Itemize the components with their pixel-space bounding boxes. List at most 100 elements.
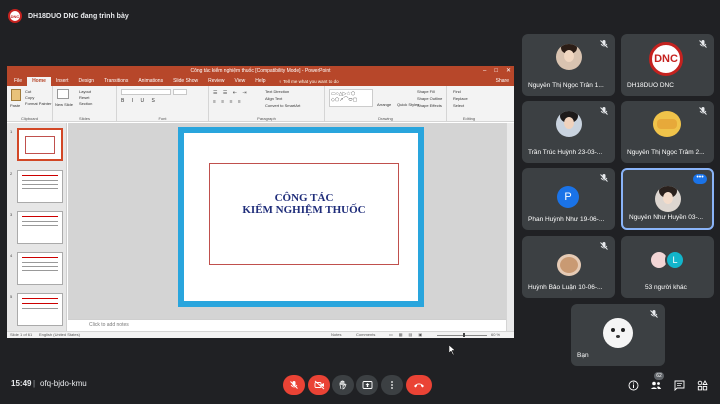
replace-button[interactable]: Replace bbox=[453, 96, 468, 101]
tell-me-search[interactable]: ♀ Tell me what you want to do bbox=[279, 77, 339, 86]
participant-tile[interactable]: Nguyễn Thị Ngọc Trân 1... bbox=[522, 34, 615, 96]
tab-slide-show[interactable]: Slide Show bbox=[168, 77, 203, 86]
paste-icon bbox=[11, 89, 21, 101]
smartart-button[interactable]: Convert to SmartArt bbox=[265, 103, 300, 108]
notes-button[interactable]: Notes bbox=[331, 332, 341, 338]
drawing-label: Drawing bbox=[378, 116, 393, 121]
list-icons[interactable]: ☰ ☰ ⇤ ⇥ bbox=[213, 90, 249, 96]
current-slide[interactable]: CÔNG TÁC KIỂM NGHIỆM THUỐC bbox=[178, 127, 424, 307]
tab-help[interactable]: Help bbox=[250, 77, 270, 86]
shape-fill-button[interactable]: Shape Fill bbox=[417, 89, 435, 94]
present-screen-button[interactable] bbox=[356, 375, 378, 395]
slide-thumbnail-3[interactable] bbox=[17, 211, 63, 244]
others-count: 53 người khác bbox=[645, 284, 687, 291]
minimize-icon[interactable]: – bbox=[483, 67, 486, 75]
language-status: English (United States) bbox=[39, 332, 80, 337]
participant-name: Huỳnh Bảo Luận 10-06-... bbox=[528, 284, 603, 291]
text-direction-button[interactable]: Text Direction bbox=[265, 89, 289, 94]
zoom-slider-thumb[interactable] bbox=[463, 333, 465, 337]
more-options-icon[interactable]: ••• bbox=[693, 174, 707, 184]
font-name-box[interactable] bbox=[121, 89, 171, 95]
reset-button[interactable]: Reset bbox=[79, 95, 89, 100]
tab-insert[interactable]: Insert bbox=[51, 77, 74, 86]
new-slide-button[interactable]: New Slide bbox=[55, 102, 73, 107]
tab-animations[interactable]: Animations bbox=[133, 77, 168, 86]
cut-button[interactable]: Cut bbox=[25, 89, 31, 94]
close-icon[interactable]: ✕ bbox=[506, 67, 511, 75]
layout-button[interactable]: Layout bbox=[79, 89, 91, 94]
participant-tile[interactable]: Trần Trúc Huỳnh 23-03-... bbox=[522, 101, 615, 163]
tab-home[interactable]: Home bbox=[27, 77, 51, 86]
mic-off-icon bbox=[650, 310, 658, 318]
format-painter-button[interactable]: Format Painter bbox=[25, 101, 51, 106]
presenter-label: DH18DUO DNC đang trình bày bbox=[28, 12, 129, 20]
microphone-toggle[interactable] bbox=[283, 375, 305, 395]
font-format-icons[interactable]: B I U S bbox=[121, 98, 158, 104]
paragraph-label: Paragraph bbox=[257, 116, 276, 121]
participant-tile[interactable]: P Phan Huỳnh Như 19-06-... bbox=[522, 168, 615, 230]
participant-photo bbox=[655, 186, 681, 212]
participant-tile[interactable]: Huỳnh Bảo Luận 10-06-... bbox=[522, 236, 615, 298]
shape-outline-button[interactable]: Shape Outline bbox=[417, 96, 442, 101]
participant-tile[interactable]: Nguyễn Thị Ngọc Trâm 2... bbox=[621, 101, 714, 163]
comments-button[interactable]: Comments bbox=[356, 332, 375, 338]
share-button[interactable]: Share bbox=[491, 77, 514, 86]
slide-title-box[interactable]: CÔNG TÁC KIỂM NGHIỆM THUỐC bbox=[209, 163, 399, 265]
thumb-number: 4 bbox=[10, 253, 13, 258]
editing-group: Find Replace Select Editing bbox=[447, 86, 491, 122]
shape-effects-button[interactable]: Shape Effects bbox=[417, 103, 442, 108]
participant-tile-active[interactable]: ••• Nguyễn Như Huyền 03-... bbox=[621, 168, 714, 230]
clipboard-group: Paste Cut Copy Format Painter Clipboard bbox=[7, 86, 53, 122]
more-options-button[interactable] bbox=[381, 375, 403, 395]
presenter-banner: DNC DH18DUO DNC đang trình bày bbox=[8, 8, 129, 24]
mic-off-icon bbox=[699, 40, 707, 48]
tab-transitions[interactable]: Transitions bbox=[99, 77, 133, 86]
view-icons[interactable]: ▭▦▤▣ bbox=[389, 332, 428, 338]
arrange-button[interactable]: Arrange bbox=[377, 102, 391, 107]
zoom-level[interactable]: 60 % bbox=[491, 332, 500, 338]
self-tile[interactable]: Bạn bbox=[571, 304, 665, 366]
participant-name: DH18DUO DNC bbox=[627, 82, 674, 89]
copy-button[interactable]: Copy bbox=[25, 95, 34, 100]
slide-title-line2: KIỂM NGHIỆM THUỐC bbox=[242, 204, 366, 216]
leave-call-button[interactable] bbox=[406, 375, 432, 395]
shapes-gallery[interactable]: ▭○△▷☆⬡ ◇⬠↗⌒⬭▢ bbox=[329, 89, 373, 107]
others-tile[interactable]: L 53 người khác bbox=[621, 236, 714, 298]
tab-file[interactable]: File bbox=[9, 77, 27, 86]
maximize-icon[interactable]: □ bbox=[494, 67, 498, 75]
font-size-box[interactable] bbox=[173, 89, 187, 95]
slide-thumbnail-2[interactable] bbox=[17, 170, 63, 203]
align-text-button[interactable]: Align Text bbox=[265, 96, 282, 101]
meeting-details-button[interactable] bbox=[626, 378, 640, 392]
raise-hand-button[interactable] bbox=[332, 375, 354, 395]
tab-view[interactable]: View bbox=[230, 77, 251, 86]
camera-off-icon bbox=[314, 380, 324, 390]
align-icons[interactable]: ≡ ≡ ≡ ≡ bbox=[213, 99, 243, 105]
find-button[interactable]: Find bbox=[453, 89, 461, 94]
participant-photo bbox=[556, 111, 582, 137]
activities-button[interactable] bbox=[695, 378, 709, 392]
slide-canvas: CÔNG TÁC KIỂM NGHIỆM THUỐC bbox=[68, 123, 506, 319]
select-button[interactable]: Select bbox=[453, 103, 464, 108]
people-button[interactable]: 62 bbox=[649, 372, 664, 392]
participant-avatar-letter: P bbox=[557, 186, 579, 208]
slide-thumbnail-5[interactable] bbox=[17, 293, 63, 326]
activities-icon bbox=[697, 379, 708, 390]
slide-thumbnail-1[interactable] bbox=[17, 128, 63, 161]
camera-toggle[interactable] bbox=[308, 375, 330, 395]
paste-button[interactable]: Paste bbox=[10, 103, 20, 108]
tab-design[interactable]: Design bbox=[73, 77, 99, 86]
section-button[interactable]: Section bbox=[79, 101, 92, 106]
more-vert-icon bbox=[391, 381, 393, 389]
notes-pane[interactable]: Click to add notes bbox=[68, 319, 506, 331]
vertical-scrollbar[interactable] bbox=[506, 123, 514, 331]
slides-group: New Slide Layout Reset Section Slides bbox=[53, 86, 117, 122]
participant-tile[interactable]: DNC DH18DUO DNC bbox=[621, 34, 714, 96]
clock-separator: | bbox=[33, 379, 36, 388]
participant-photo bbox=[556, 44, 582, 70]
slide-thumbnail-4[interactable] bbox=[17, 252, 63, 285]
tab-review[interactable]: Review bbox=[203, 77, 229, 86]
quick-styles-button[interactable]: Quick Styles bbox=[397, 102, 419, 107]
zoom-slider[interactable] bbox=[437, 335, 487, 336]
chat-button[interactable] bbox=[672, 378, 686, 392]
